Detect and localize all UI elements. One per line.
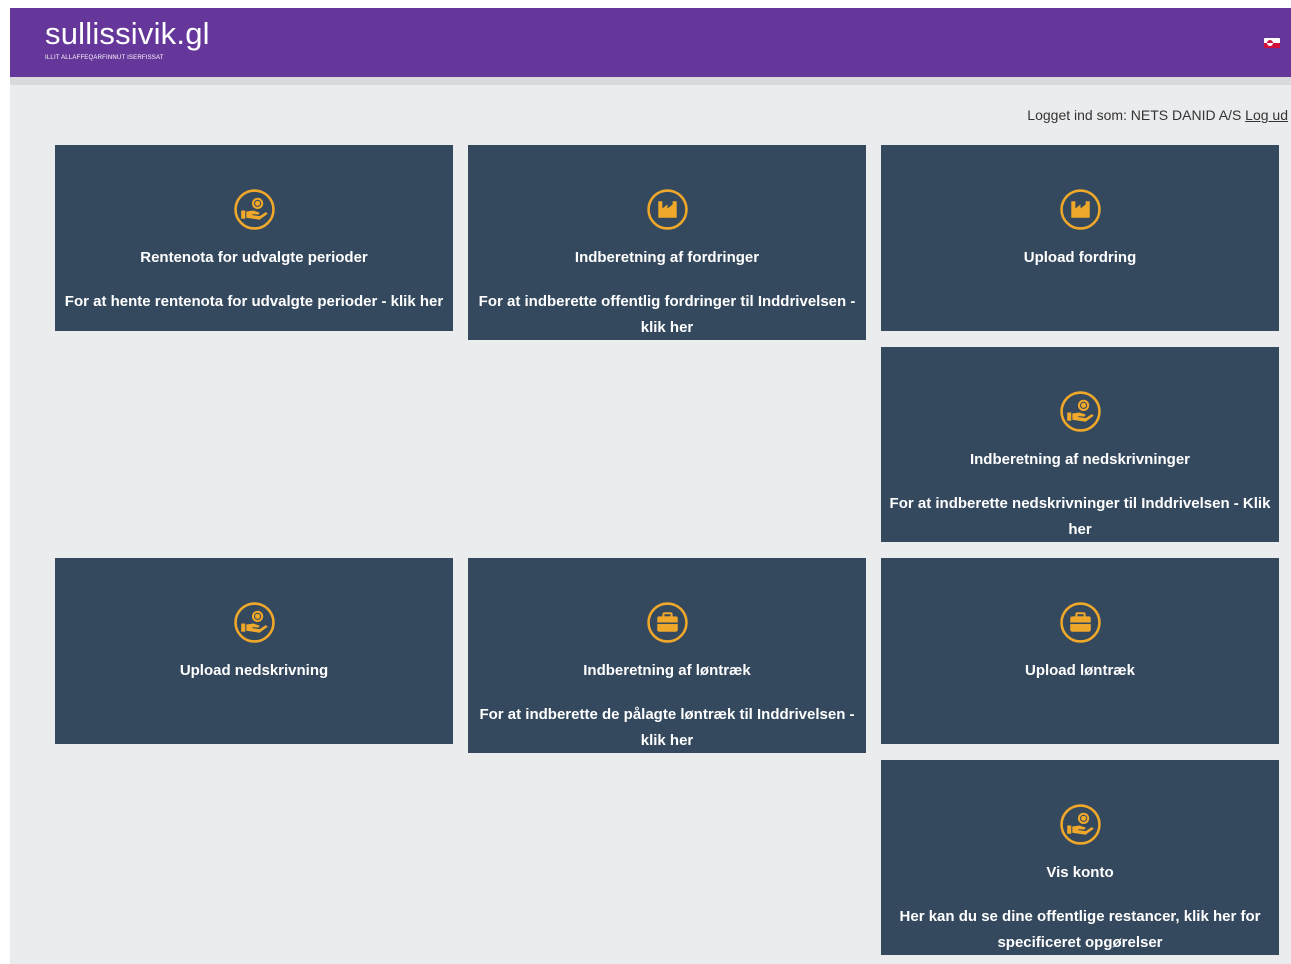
- tile-indberetning-nedskrivninger[interactable]: Indberetning af nedskrivninger For at in…: [881, 347, 1279, 542]
- greenland-flag-icon[interactable]: [1264, 38, 1280, 48]
- hand-coin-icon: [1060, 391, 1101, 432]
- login-status-text: Logget ind som: NETS DANID A/S: [1027, 107, 1242, 123]
- tile-rentenota[interactable]: Rentenota for udvalgte perioder For at h…: [55, 145, 453, 331]
- tile-title: Vis konto: [1046, 864, 1114, 881]
- hand-coin-icon: [1060, 804, 1101, 845]
- logout-link[interactable]: Log ud: [1245, 107, 1288, 123]
- tile-description: For at hente rentenota for udvalgte peri…: [64, 293, 444, 310]
- tile-description: For at indberette nedskrivninger til Ind…: [889, 495, 1271, 538]
- tile-title: Indberetning af fordringer: [574, 249, 760, 266]
- header-divider: [10, 77, 1291, 85]
- tile-title: Indberetning af nedskrivninger: [969, 451, 1191, 468]
- briefcase-icon: [647, 602, 688, 643]
- tile-title: Rentenota for udvalgte perioder: [140, 249, 368, 266]
- tile-indberetning-loentraek[interactable]: Indberetning af løntræk For at indberett…: [468, 558, 866, 753]
- tile-title: Upload løntræk: [1024, 662, 1135, 679]
- tile-description: Her kan du se dine offentlige restancer,…: [899, 908, 1261, 951]
- site-tagline: ILLIT ALLAFFEQARFINNUT ISERFISSAT: [45, 55, 164, 61]
- tile-description: For at indberette offentlig fordringer t…: [478, 293, 856, 336]
- login-status: Logget ind som: NETS DANID A/S Log ud: [1027, 107, 1288, 123]
- briefcase-icon: [1060, 602, 1101, 643]
- tile-title: Upload fordring: [1023, 249, 1137, 266]
- tile-upload-loentraek[interactable]: Upload løntræk: [881, 558, 1279, 744]
- hand-coin-icon: [234, 602, 275, 643]
- site-logo[interactable]: sullissivik.gl: [45, 17, 210, 51]
- tile-upload-fordring[interactable]: Upload fordring: [881, 145, 1279, 331]
- tile-upload-nedskrivning[interactable]: Upload nedskrivning: [55, 558, 453, 744]
- tile-description: For at indberette de pålagte løntræk til…: [479, 706, 855, 749]
- factory-icon: [1060, 189, 1101, 230]
- tile-title: Upload nedskrivning: [179, 662, 329, 679]
- tile-title: Indberetning af løntræk: [583, 662, 751, 679]
- factory-icon: [647, 189, 688, 230]
- hand-coin-icon: [234, 189, 275, 230]
- tile-vis-konto[interactable]: Vis konto Her kan du se dine offentlige …: [881, 760, 1279, 955]
- tile-indberetning-fordringer[interactable]: Indberetning af fordringer For at indber…: [468, 145, 866, 340]
